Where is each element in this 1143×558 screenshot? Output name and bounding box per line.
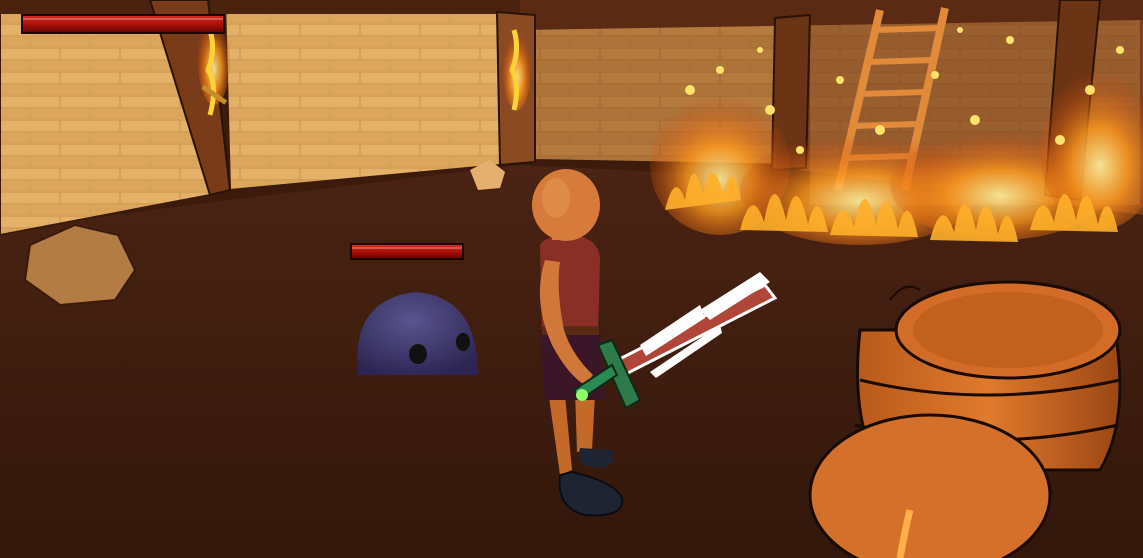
stone-brick-wall — [223, 0, 501, 192]
wall-torch — [503, 29, 531, 111]
game-viewport[interactable] — [0, 0, 1143, 558]
enemy-health-bar — [350, 243, 464, 260]
game-scene — [0, 0, 1143, 558]
wooden-barrel — [808, 413, 1052, 558]
player-health-bar — [21, 14, 225, 34]
